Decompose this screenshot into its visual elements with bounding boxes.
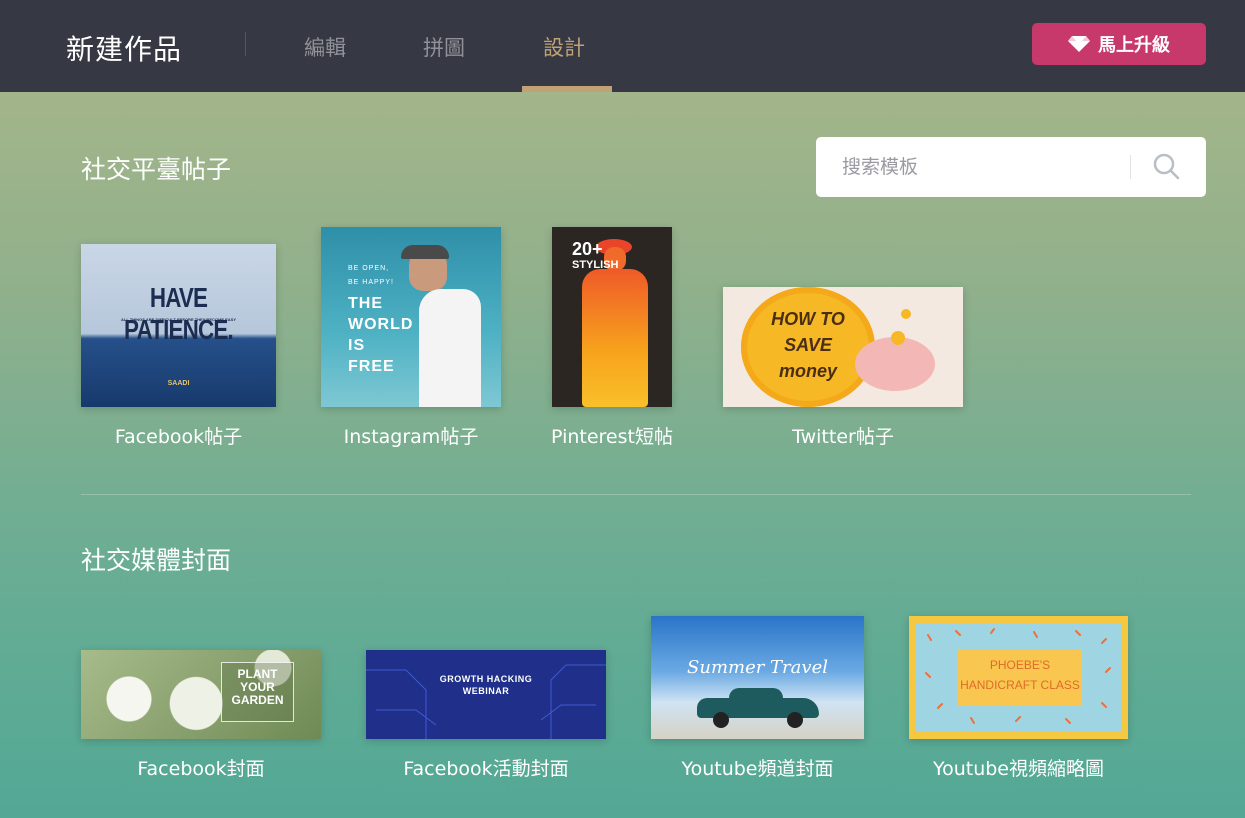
thumb-line-2: HANDICRAFT CLASS [960, 678, 1080, 692]
template-label: Facebook活動封面 [403, 758, 569, 780]
thumbnail-twitter: HOW TO SAVE money [723, 287, 963, 407]
thumb-tagline-2: BE HAPPY! [348, 279, 394, 286]
thumb-line-2: SAVE [784, 335, 832, 355]
thumb-line-1: GROWTH HACKING [439, 674, 533, 684]
search-separator [1130, 155, 1131, 179]
figure-coat [582, 269, 648, 407]
thumb-word: STYLISH [572, 259, 619, 271]
thumbnail-pinterest: 20+ STYLISH [552, 227, 672, 407]
thumb-word-1: THE [348, 295, 383, 312]
thumb-line-1: PHOEBE'S [989, 658, 1051, 672]
section-title-posts: 社交平臺帖子 [81, 155, 232, 184]
top-bar: 新建作品 編輯 拼圖 設計 馬上升級 [0, 0, 1245, 92]
person-cap [401, 245, 449, 259]
app-title: 新建作品 [66, 33, 183, 66]
thumb-word-3: IS [348, 337, 366, 354]
thumb-line-1: HOW TO [771, 309, 845, 329]
template-label: Youtube頻道封面 [681, 758, 834, 780]
search-box [816, 137, 1206, 197]
active-tab-indicator [522, 86, 612, 92]
coin-small [901, 309, 911, 319]
header-divider [245, 32, 246, 56]
tab-collage[interactable]: 拼圖 [423, 32, 465, 62]
car-wheel [787, 712, 803, 728]
thumbnail-instagram-post: BE OPEN, BE HAPPY! THE WORLD IS FREE [321, 227, 501, 407]
search-icon[interactable] [1152, 152, 1180, 180]
thumb-line-3: GARDEN [231, 693, 284, 707]
template-label: Instagram帖子 [343, 426, 479, 448]
template-label: Twitter帖子 [792, 426, 894, 448]
car-roof [729, 688, 783, 702]
thumbnail-youtube-channel: Summer Travel [651, 616, 864, 739]
upgrade-label: 馬上升級 [1098, 35, 1170, 56]
thumb-title: HAVE PATIENCE. [124, 282, 234, 346]
thumb-line-1: PLANT [237, 667, 278, 681]
piggy-bank [855, 337, 935, 391]
thumb-subtitle: ALL THINGS ARE DIFFICULT BEFORE THEY BEC… [121, 317, 236, 322]
person-shirt [419, 289, 481, 407]
thumb-line-3: money [778, 361, 838, 381]
coin-small [891, 331, 905, 345]
search-input[interactable] [816, 137, 1130, 197]
thumbnail-facebook-post: HAVE PATIENCE. ALL THINGS ARE DIFFICULT … [81, 244, 276, 407]
thumb-line-2: YOUR [240, 680, 275, 694]
thumb-word-4: FREE [348, 358, 395, 375]
thumb-line-2: WEBINAR [462, 686, 510, 696]
thumbnail-facebook-cover: PLANT YOUR GARDEN [81, 650, 321, 739]
thumb-author: SAADI [167, 380, 190, 387]
tab-edit[interactable]: 編輯 [304, 32, 346, 62]
template-label: Youtube視頻縮略圖 [933, 758, 1104, 780]
thumb-tagline-1: BE OPEN, [348, 265, 390, 272]
thumb-title: Summer Travel [687, 657, 828, 678]
section-title-covers: 社交媒體封面 [81, 546, 232, 575]
section-divider [81, 494, 1191, 495]
upgrade-button[interactable]: 馬上升級 [1032, 23, 1206, 65]
template-label: Facebook帖子 [114, 426, 243, 448]
template-label: Facebook封面 [137, 758, 265, 780]
tab-design[interactable]: 設計 [543, 32, 585, 62]
thumbnail-facebook-event: GROWTH HACKING WEBINAR [366, 650, 606, 739]
thumb-number: 20+ [572, 239, 603, 259]
diamond-icon [1068, 36, 1090, 52]
car-wheel [713, 712, 729, 728]
template-label: Pinterest短帖 [551, 426, 673, 448]
thumbnail-youtube-video: PHOEBE'S HANDICRAFT CLASS [909, 616, 1128, 739]
thumb-word-2: WORLD [348, 316, 414, 333]
